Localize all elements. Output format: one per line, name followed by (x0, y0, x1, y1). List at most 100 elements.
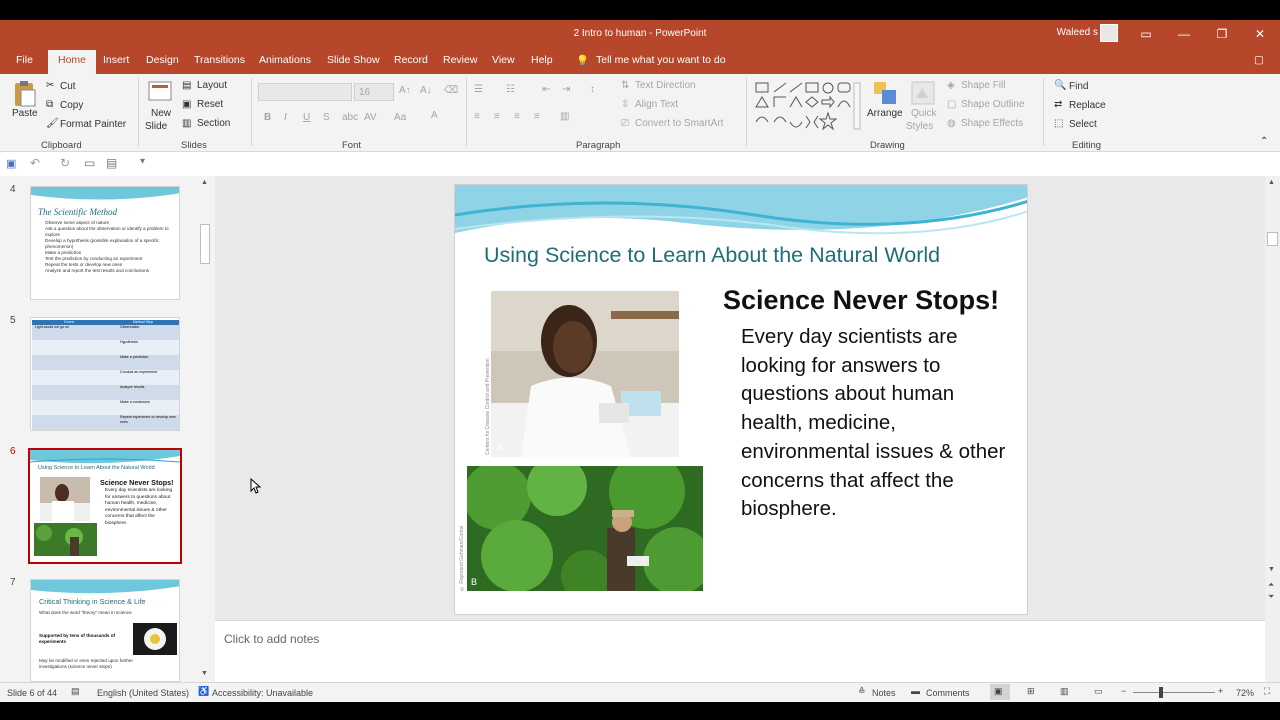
smartart-icon[interactable]: ⎚ (621, 118, 629, 129)
tab-help[interactable]: Help (531, 54, 553, 66)
shape-outline-icon[interactable]: ▢ (947, 99, 956, 110)
justify-icon[interactable]: ≡ (534, 111, 540, 122)
find-icon[interactable]: 🔍 (1054, 80, 1066, 91)
slide-editing-area[interactable]: Using Science to Learn About the Natural… (215, 176, 1265, 620)
tell-me-search[interactable]: Tell me what you want to do (596, 54, 726, 66)
shape-effects-icon[interactable]: ◍ (947, 118, 956, 129)
zoom-out-icon[interactable]: − (1121, 686, 1126, 696)
shrink-font-icon[interactable]: A↓ (420, 85, 432, 96)
quick-styles-icon[interactable] (910, 80, 936, 106)
slide-counter[interactable]: Slide 6 of 44 (7, 688, 57, 698)
language-label[interactable]: English (United States) (97, 688, 189, 698)
user-name[interactable]: Waleed s (1057, 27, 1098, 38)
line-spacing-icon[interactable]: ↕ (590, 84, 595, 95)
tab-transitions[interactable]: Transitions (194, 54, 245, 66)
accessibility-icon[interactable]: ♿ (198, 686, 209, 697)
restore-icon[interactable]: ❐ (1212, 24, 1232, 44)
copy-button[interactable]: Copy (60, 100, 83, 111)
section-icon[interactable]: ▥ (182, 118, 191, 129)
scroll-down-icon[interactable]: ▼ (1268, 566, 1275, 573)
decrease-indent-icon[interactable]: ⇤ (542, 84, 550, 95)
comment-icon[interactable]: ▢ (1254, 54, 1264, 66)
arrange-button[interactable]: Arrange (867, 108, 903, 119)
align-text-icon[interactable]: ⇳ (621, 99, 629, 110)
tab-view[interactable]: View (492, 54, 515, 66)
close-icon[interactable]: ✕ (1250, 24, 1270, 44)
paste-button[interactable]: Paste (12, 108, 38, 119)
present-icon[interactable]: ▭ (84, 156, 95, 170)
shape-fill-button[interactable]: Shape Fill (961, 80, 1005, 91)
undo-icon[interactable]: ↶ (30, 156, 40, 170)
copy-icon[interactable]: ⧉ (46, 99, 53, 110)
grow-font-icon[interactable]: A↑ (399, 85, 411, 96)
thumbnail-scrollbar[interactable]: ▲ ▼ (199, 176, 211, 682)
next-slide-icon[interactable]: ⏷ (1268, 592, 1274, 602)
italic-icon[interactable]: I (284, 112, 287, 123)
scroll-up-icon[interactable]: ▲ (1268, 179, 1275, 186)
align-right-icon[interactable]: ≡ (514, 111, 520, 122)
new-slide-icon[interactable] (148, 80, 172, 106)
normal-view-icon[interactable]: ▣ (994, 686, 1003, 697)
text-direction-button[interactable]: Text Direction (635, 80, 696, 91)
comments-button[interactable]: Comments (926, 688, 970, 698)
clear-format-icon[interactable]: ⌫ (444, 85, 458, 96)
reading-view-icon[interactable]: ▥ (1060, 686, 1069, 697)
slide-thumbnail-7[interactable]: Critical Thinking in Science & Life What… (30, 579, 180, 682)
previous-slide-icon[interactable]: ⏶ (1268, 580, 1274, 590)
select-icon[interactable]: ⬚ (1054, 118, 1063, 129)
replace-button[interactable]: Replace (1069, 100, 1106, 111)
zoom-level[interactable]: 72% (1236, 688, 1254, 698)
slide-sorter-icon[interactable]: ⊞ (1027, 686, 1035, 697)
tab-insert[interactable]: Insert (103, 54, 129, 66)
save-icon[interactable]: ▣ (6, 157, 16, 170)
spacing-icon[interactable]: AV (364, 112, 377, 123)
comments-icon[interactable]: ▬ (911, 686, 920, 696)
tab-design[interactable]: Design (146, 54, 179, 66)
reset-icon[interactable]: ▣ (182, 99, 191, 110)
convert-smartart-button[interactable]: Convert to SmartArt (635, 118, 723, 129)
slide-heading[interactable]: Science Never Stops! (723, 285, 999, 316)
scroll-thumb[interactable] (200, 224, 210, 264)
scroll-thumb[interactable] (1267, 232, 1278, 246)
cut-button[interactable]: Cut (60, 81, 76, 92)
tab-review[interactable]: Review (443, 54, 477, 66)
redo-icon[interactable]: ↻ (60, 156, 70, 170)
find-button[interactable]: Find (1069, 81, 1088, 92)
spell-check-icon[interactable]: ▤ (71, 686, 80, 697)
quick-styles-label-1[interactable]: Quick (911, 108, 937, 119)
slide-body[interactable]: Every day scientists are looking for ans… (741, 323, 1013, 524)
paste-icon[interactable] (12, 80, 36, 108)
slide-title[interactable]: Using Science to Learn About the Natural… (484, 243, 940, 268)
ribbon-display-icon[interactable]: ▭ (1136, 24, 1156, 44)
collapse-ribbon-icon[interactable]: ⌃ (1260, 136, 1268, 147)
zoom-slider[interactable] (1133, 692, 1215, 693)
bold-icon[interactable]: B (264, 112, 271, 123)
slide-thumbnail-5[interactable]: Event Method Step Light would not go on Ob… (30, 317, 180, 431)
align-text-button[interactable]: Align Text (635, 99, 678, 110)
font-color-icon[interactable]: A (431, 110, 438, 121)
notes-placeholder[interactable]: Click to add notes (224, 632, 319, 646)
zoom-in-icon[interactable]: + (1218, 686, 1223, 696)
increase-indent-icon[interactable]: ⇥ (562, 84, 570, 95)
current-slide[interactable]: Using Science to Learn About the Natural… (454, 184, 1028, 615)
replace-icon[interactable]: ⇄ (1054, 99, 1062, 110)
shadow-icon[interactable]: S (323, 112, 330, 123)
minimize-icon[interactable]: — (1174, 24, 1194, 44)
tab-slide-show[interactable]: Slide Show (327, 54, 380, 66)
cut-icon[interactable]: ✂ (46, 80, 54, 91)
font-size-box[interactable]: 16 (354, 83, 394, 101)
new-slide-label-2[interactable]: Slide (145, 121, 167, 132)
new-slide-label-1[interactable]: New (151, 108, 171, 119)
photo-scientist[interactable]: A (491, 291, 679, 457)
section-button[interactable]: Section (197, 118, 230, 129)
tab-file[interactable]: File (16, 54, 33, 66)
notes-button[interactable]: Notes (872, 688, 896, 698)
scroll-up-icon[interactable]: ▲ (201, 179, 208, 186)
strikethrough-icon[interactable]: abc (342, 112, 358, 123)
fit-to-window-icon[interactable]: ⛶ (1264, 686, 1270, 697)
text-direction-icon[interactable]: ⇅ (621, 80, 629, 91)
layout-icon[interactable]: ▤ (182, 80, 191, 91)
arrange-icon[interactable] (872, 80, 898, 106)
tab-home[interactable]: Home (48, 50, 97, 74)
columns-icon[interactable]: ▥ (560, 111, 569, 122)
